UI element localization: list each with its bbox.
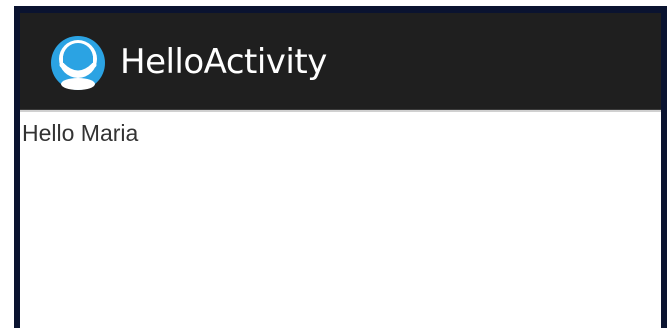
content-area: Hello Maria: [20, 110, 661, 328]
app-title: HelloActivity: [120, 42, 327, 82]
smiley-app-icon[interactable]: [50, 35, 106, 91]
action-bar: HelloActivity: [20, 13, 661, 110]
greeting-text: Hello Maria: [22, 120, 139, 146]
app-screen: HelloActivity Hello Maria: [20, 13, 661, 328]
